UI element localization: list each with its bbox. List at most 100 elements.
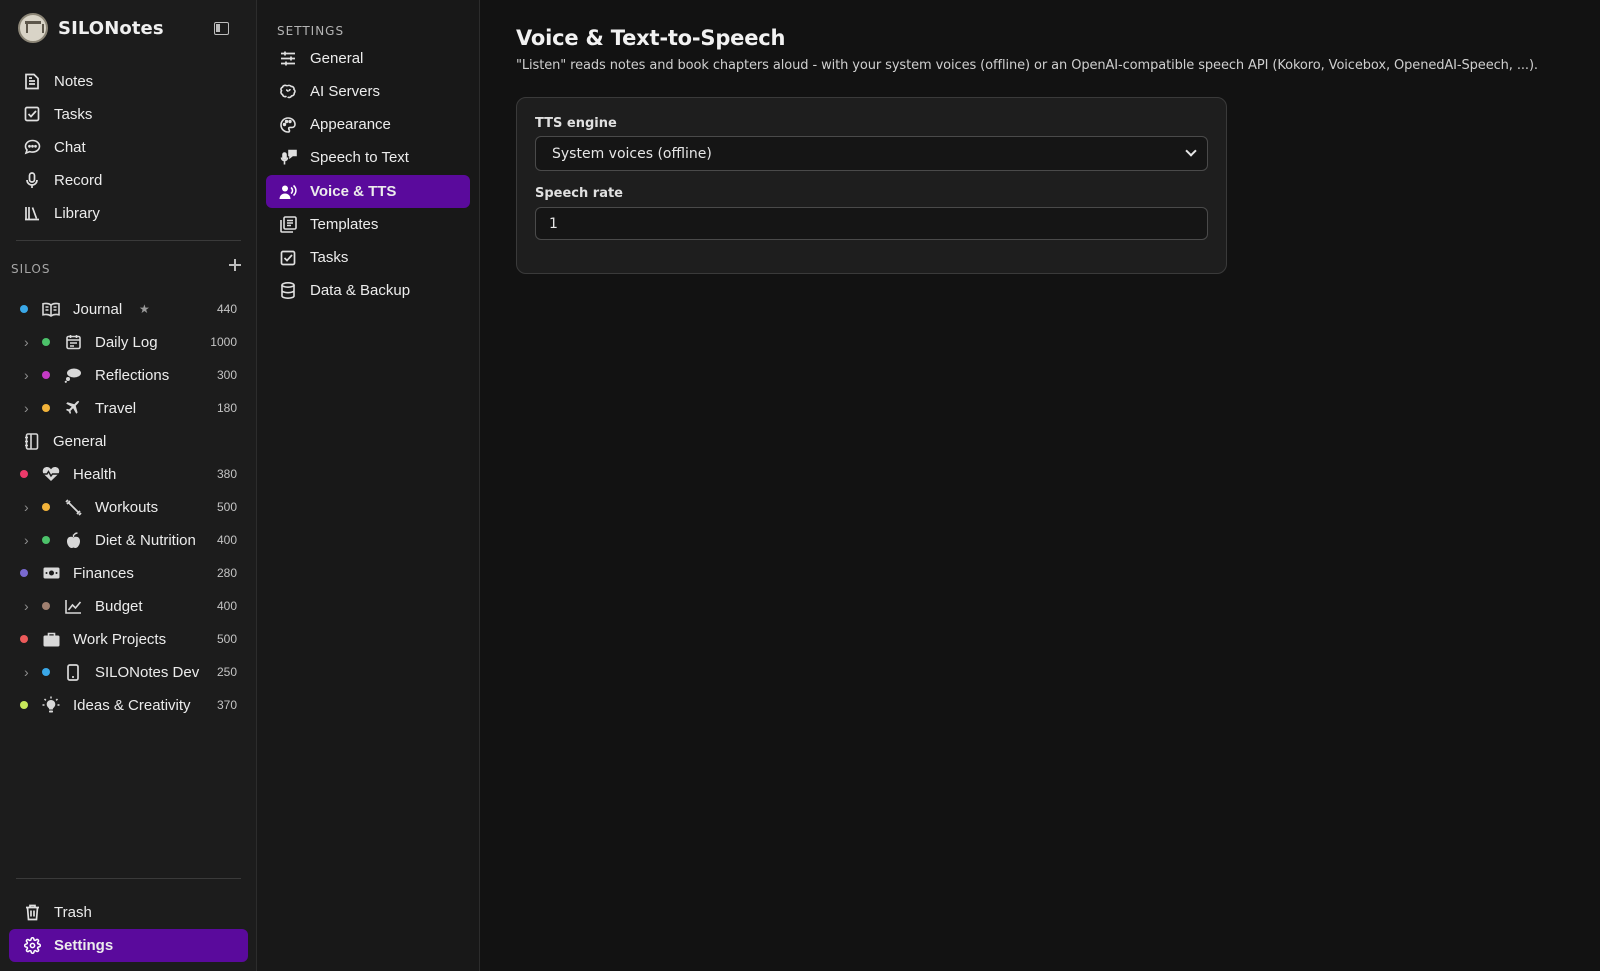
silo-name: Travel [95, 399, 137, 417]
silo-name: Work Projects [73, 630, 167, 648]
silo-color-dot [20, 701, 28, 709]
brand[interactable]: SILONotes [18, 12, 164, 44]
nav-settings-label: Settings [54, 937, 114, 954]
silo-journal[interactable]: Journal ★ 440 [0, 294, 245, 324]
silo-color-dot [42, 503, 50, 511]
nav-notes[interactable]: Notes [14, 66, 244, 96]
settings-ai-servers[interactable]: AI Servers [266, 75, 470, 108]
tts-settings-card: TTS engine System voices (offline) Speec… [516, 97, 1227, 274]
settings-speech-to-text[interactable]: Speech to Text [266, 141, 470, 174]
silo-color-dot [42, 536, 50, 544]
silo-workouts[interactable]: › Workouts 500 [0, 492, 245, 522]
calendar-icon [64, 333, 82, 351]
lightbulb-icon [42, 696, 60, 714]
silo-count: 500 [216, 500, 237, 514]
silonotes-logo-icon [18, 13, 48, 43]
silo-daily-log[interactable]: › Daily Log 1000 [0, 327, 245, 357]
silo-count: 400 [216, 599, 237, 613]
chevron-right-icon[interactable]: › [24, 532, 29, 548]
silos-title: SILOS [11, 262, 51, 276]
silo-ideas-creativity[interactable]: Ideas & Creativity 370 [0, 690, 245, 720]
silo-travel[interactable]: › Travel 180 [0, 393, 245, 423]
settings-data-backup-label: Data & Backup [310, 282, 411, 299]
settings-tasks-label: Tasks [310, 249, 349, 266]
silo-silonotes-dev[interactable]: › SILONotes Dev 250 [0, 657, 245, 687]
settings-nav: SETTINGS General AI Servers Appearance S… [257, 0, 480, 971]
silo-name: Budget [95, 597, 143, 615]
settings-title: SETTINGS [277, 24, 345, 38]
chevron-right-icon[interactable]: › [24, 334, 29, 350]
chevron-right-icon[interactable]: › [24, 400, 29, 416]
silo-color-dot [42, 668, 50, 676]
templates-icon [279, 216, 297, 234]
silo-color-dot [20, 305, 28, 313]
speech-rate-input[interactable]: 1 [535, 207, 1208, 240]
speech-rate-value: 1 [549, 215, 558, 232]
settings-templates-label: Templates [310, 216, 379, 233]
silo-name: Ideas & Creativity [73, 696, 191, 714]
silo-color-dot [20, 470, 28, 478]
chevron-right-icon[interactable]: › [24, 598, 29, 614]
tts-engine-value: System voices (offline) [552, 145, 712, 162]
silo-count: 380 [216, 467, 237, 481]
voice-icon [279, 183, 297, 201]
chevron-right-icon[interactable]: › [24, 499, 29, 515]
settings-voice-tts-label: Voice & TTS [310, 183, 397, 200]
nav-record[interactable]: Record [14, 165, 244, 195]
silo-color-dot [20, 569, 28, 577]
settings-appearance[interactable]: Appearance [266, 108, 470, 141]
silo-color-dot [42, 602, 50, 610]
checkbox-icon [23, 105, 41, 123]
silo-count: 300 [216, 368, 237, 382]
settings-templates[interactable]: Templates [266, 208, 470, 241]
divider [16, 240, 241, 241]
speech-rate-label: Speech rate [535, 186, 624, 201]
chevron-down-icon [1185, 145, 1197, 157]
silo-color-dot [42, 338, 50, 346]
settings-general[interactable]: General [266, 42, 470, 75]
tts-engine-select[interactable]: System voices (offline) [535, 136, 1208, 171]
page-title: Voice & Text-to-Speech [516, 26, 786, 50]
note-icon [23, 72, 41, 90]
settings-tasks[interactable]: Tasks [266, 241, 470, 274]
chevron-right-icon[interactable]: › [24, 664, 29, 680]
library-icon [23, 204, 41, 222]
nav-settings[interactable]: Settings [9, 929, 248, 962]
book-open-icon [42, 300, 60, 318]
settings-ai-servers-label: AI Servers [310, 83, 381, 100]
microphone-icon [23, 171, 41, 189]
gear-icon [23, 937, 41, 955]
page-description: "Listen" reads notes and book chapters a… [516, 58, 1538, 73]
silo-diet-nutrition[interactable]: › Diet & Nutrition 400 [0, 525, 245, 555]
nav-library[interactable]: Library [14, 198, 244, 228]
silo-count: 400 [216, 533, 237, 547]
silo-name: General [53, 432, 107, 450]
silo-count: 180 [216, 401, 237, 415]
nav-chat[interactable]: Chat [14, 132, 244, 162]
silo-budget[interactable]: › Budget 400 [0, 591, 245, 621]
silo-finances[interactable]: Finances 280 [0, 558, 245, 588]
sidebar-toggle-icon[interactable] [214, 22, 229, 35]
settings-data-backup[interactable]: Data & Backup [266, 274, 470, 307]
silo-health[interactable]: Health 380 [0, 459, 245, 489]
silo-name: Workouts [95, 498, 159, 516]
app-name: SILONotes [58, 17, 164, 39]
silo-count: 370 [216, 698, 237, 712]
nav-record-label: Record [54, 171, 103, 189]
silo-reflections[interactable]: › Reflections 300 [0, 360, 245, 390]
sliders-icon [279, 50, 297, 68]
settings-voice-tts[interactable]: Voice & TTS [266, 175, 470, 208]
dumbbell-icon [64, 498, 82, 516]
nav-trash-label: Trash [54, 903, 92, 921]
add-silo-icon[interactable] [228, 258, 242, 272]
silo-work-projects[interactable]: Work Projects 500 [0, 624, 245, 654]
chat-icon [23, 138, 41, 156]
chevron-right-icon[interactable]: › [24, 367, 29, 383]
airplane-icon [64, 399, 82, 417]
silo-general[interactable]: General [0, 426, 245, 456]
settings-speech-to-text-label: Speech to Text [310, 149, 409, 166]
star-icon[interactable]: ★ [139, 302, 150, 316]
nav-tasks[interactable]: Tasks [14, 99, 244, 129]
thought-bubble-icon [64, 366, 82, 384]
nav-trash[interactable]: Trash [14, 897, 244, 927]
